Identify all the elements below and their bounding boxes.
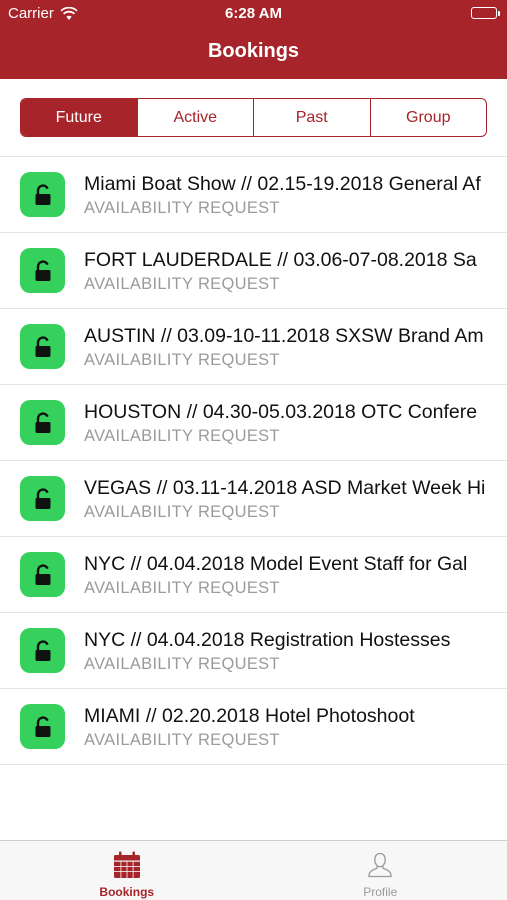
tab-bookings-label: Bookings: [99, 885, 155, 899]
tab-profile[interactable]: Profile: [254, 841, 507, 900]
tab-bar: Bookings Profile: [0, 840, 507, 900]
booking-row[interactable]: VEGAS // 03.11-14.2018 ASD Market Week H…: [0, 461, 507, 537]
lock-icon: [20, 324, 65, 369]
booking-status: AVAILABILITY REQUEST: [84, 655, 280, 673]
booking-title: VEGAS // 03.11-14.2018 ASD Market Week H…: [84, 477, 486, 499]
booking-title: FORT LAUDERDALE // 03.06-07-08.2018 Sa: [84, 249, 477, 271]
booking-title: NYC // 04.04.2018 Model Event Staff for …: [84, 553, 468, 575]
booking-title: NYC // 04.04.2018 Registration Hostesses: [84, 629, 451, 651]
tab-profile-label: Profile: [363, 885, 398, 899]
lock-icon: [20, 704, 65, 749]
lock-icon: [20, 172, 65, 217]
booking-row[interactable]: HOUSTON // 04.30-05.03.2018 OTC Confere …: [0, 385, 507, 461]
clock: 6:28 AM: [225, 5, 282, 22]
booking-status: AVAILABILITY REQUEST: [84, 427, 280, 445]
booking-row[interactable]: MIAMI // 02.20.2018 Hotel Photoshoot AVA…: [0, 689, 507, 765]
lock-icon: [20, 628, 65, 673]
booking-status: AVAILABILITY REQUEST: [84, 579, 280, 597]
segment-future[interactable]: Future: [21, 99, 137, 136]
navigation-bar: Carrier 6:28 AM Bookings: [0, 0, 507, 79]
booking-filter-segmented-control: Future Active Past Group: [20, 98, 487, 137]
person-icon: [368, 852, 392, 878]
calendar-icon: [113, 851, 140, 878]
booking-row[interactable]: NYC // 04.04.2018 Model Event Staff for …: [0, 537, 507, 613]
tab-bookings[interactable]: Bookings: [0, 841, 254, 900]
booking-title: HOUSTON // 04.30-05.03.2018 OTC Confere: [84, 401, 478, 423]
booking-status: AVAILABILITY REQUEST: [84, 503, 280, 521]
status-bar: Carrier 6:28 AM: [0, 0, 507, 28]
booking-title: AUSTIN // 03.09-10-11.2018 SXSW Brand Am: [84, 325, 484, 347]
booking-row[interactable]: AUSTIN // 03.09-10-11.2018 SXSW Brand Am…: [0, 309, 507, 385]
page-title: Bookings: [207, 40, 300, 62]
booking-status: AVAILABILITY REQUEST: [84, 275, 280, 293]
lock-icon: [20, 552, 65, 597]
booking-row[interactable]: NYC // 04.04.2018 Registration Hostesses…: [0, 613, 507, 689]
booking-row[interactable]: Miami Boat Show // 02.15-19.2018 General…: [0, 157, 507, 233]
lock-icon: [20, 248, 65, 293]
segment-past[interactable]: Past: [253, 99, 370, 136]
bookings-list: Miami Boat Show // 02.15-19.2018 General…: [0, 156, 507, 765]
booking-status: AVAILABILITY REQUEST: [84, 351, 280, 369]
booking-status: AVAILABILITY REQUEST: [84, 731, 280, 749]
booking-title: MIAMI // 02.20.2018 Hotel Photoshoot: [84, 705, 415, 727]
lock-icon: [20, 476, 65, 521]
battery-icon: [471, 7, 500, 19]
segment-group[interactable]: Group: [369, 99, 487, 136]
booking-row[interactable]: FORT LAUDERDALE // 03.06-07-08.2018 Sa A…: [0, 233, 507, 309]
lock-icon: [20, 400, 65, 445]
booking-title: Miami Boat Show // 02.15-19.2018 General…: [84, 173, 481, 195]
booking-status: AVAILABILITY REQUEST: [84, 199, 280, 217]
segment-active[interactable]: Active: [136, 99, 254, 136]
